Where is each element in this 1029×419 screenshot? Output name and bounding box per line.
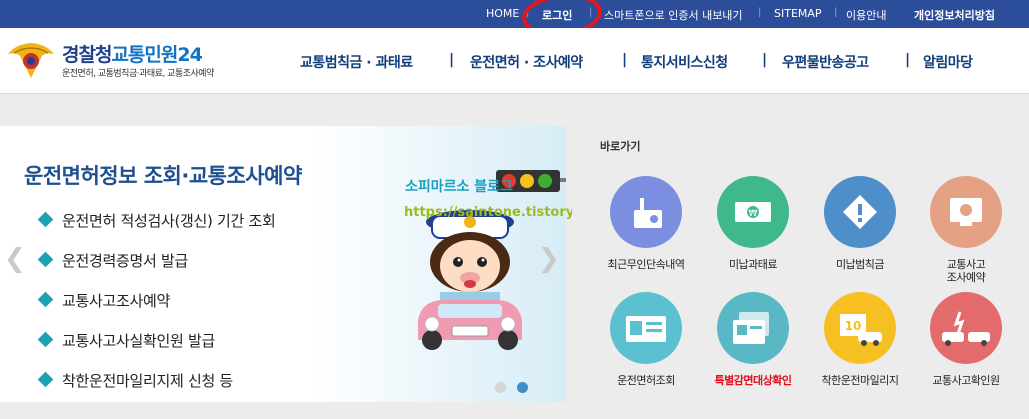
- site-header: 경찰청교통민원24 운전면허, 교통범칙금·과태료, 교통조사예약 교통범칙금 …: [0, 28, 1029, 94]
- quick-link-unpaid-fines[interactable]: ₩: [717, 176, 789, 248]
- guide-link[interactable]: 이용안내: [846, 7, 886, 23]
- nav-returned-mail[interactable]: 우편물반송공고: [782, 52, 869, 72]
- quick-link-label: 미납범칙금: [835, 258, 885, 271]
- quick-link-label: 교통사고 조사예약: [946, 258, 986, 284]
- diamond-bullet-icon: [37, 331, 54, 348]
- police-emblem-icon[interactable]: [6, 40, 56, 80]
- banner-item-text: 교통사고조사예약: [62, 292, 171, 310]
- banner-item[interactable]: 운전면허 적성검사(갱신) 기간 조회: [37, 210, 276, 231]
- banner-item[interactable]: 교통사고사실확인원 발급: [37, 330, 215, 351]
- camera-icon: [634, 198, 662, 228]
- banner-item-text: 운전면허 적성검사(갱신) 기간 조회: [62, 212, 276, 230]
- nav-divider: |: [762, 52, 768, 68]
- quick-links-title: 바로가기: [600, 140, 641, 153]
- mileage-icon: 10: [840, 314, 882, 346]
- diamond-bullet-icon: [37, 251, 54, 268]
- nav-notice-board[interactable]: 알림마당: [923, 52, 973, 72]
- sitemap-link[interactable]: SITEMAP: [774, 7, 822, 20]
- banner-title: 운전면허정보 조회·교통조사예약: [24, 164, 302, 188]
- diamond-bullet-icon: [37, 291, 54, 308]
- quick-link-label: 교통사고확인원: [932, 374, 1000, 387]
- monitor-icon: [950, 198, 982, 226]
- quick-link-accident-reservation[interactable]: [930, 176, 1002, 248]
- money-icon: ₩: [735, 202, 771, 222]
- banner-item-text: 교통사고사실확인원 발급: [62, 332, 215, 350]
- nav-fines[interactable]: 교통범칙금 · 과태료: [300, 52, 413, 72]
- quick-link-label: 착한운전마일리지: [821, 374, 899, 387]
- site-logo-title[interactable]: 경찰청교통민원24: [62, 40, 203, 67]
- next-slide-chevron-icon[interactable]: ❯: [538, 244, 560, 274]
- car-crash-icon: [942, 311, 990, 346]
- page-bottom-spacer: [0, 402, 1029, 419]
- nav-divider: |: [449, 52, 455, 68]
- quick-links-panel: 바로가기 최근무인단속내역 ₩ 미납과태료 미납범칙금 교통사고 조사예약 운전…: [572, 126, 1029, 402]
- documents-icon: [733, 312, 769, 344]
- main-banner[interactable]: 운전면허정보 조회·교통조사예약 운전면허 적성검사(갱신) 기간 조회 운전경…: [0, 126, 566, 402]
- banner-item[interactable]: 운전경력증명서 발급: [37, 250, 188, 271]
- svg-text:₩: ₩: [749, 209, 758, 219]
- prev-slide-chevron-icon[interactable]: ❮: [4, 244, 26, 274]
- quick-link-accident-certificate[interactable]: [930, 292, 1002, 364]
- police-mascot-car-illustration: [418, 210, 522, 350]
- export-certificate-link[interactable]: 스마트폰으로 인증서 내보내기: [604, 7, 743, 23]
- logo-subtitle: 운전면허, 교통범칙금·과태료, 교통조사예약: [62, 69, 214, 79]
- slide-indicator-dot[interactable]: [495, 382, 506, 393]
- quick-link-good-driving-mileage[interactable]: 10: [824, 292, 896, 364]
- nav-divider: |: [905, 52, 911, 68]
- quick-link-label: 최근무인단속내역: [607, 258, 685, 271]
- diamond-bullet-icon: [37, 371, 54, 388]
- svg-text:10: 10: [845, 319, 862, 333]
- id-card-icon: [626, 316, 666, 342]
- privacy-policy-link[interactable]: 개인정보처리방침: [914, 7, 995, 23]
- top-utility-bar: HOME | 로그인 | 스마트폰으로 인증서 내보내기 | SITEMAP |…: [0, 0, 1029, 28]
- diamond-bullet-icon: [37, 211, 54, 228]
- divider: |: [834, 7, 838, 18]
- nav-license-reservation[interactable]: 운전면허 · 조사예약: [470, 52, 583, 72]
- nav-divider: |: [622, 52, 628, 68]
- warning-icon: [843, 195, 877, 229]
- quick-link-label-highlighted: 특별감면대상확인: [714, 374, 792, 387]
- quick-link-special-reduction[interactable]: [717, 292, 789, 364]
- slide-indicator-dot-active[interactable]: [517, 382, 528, 393]
- banner-item-text: 운전경력증명서 발급: [62, 252, 188, 270]
- quick-link-license-inquiry[interactable]: [610, 292, 682, 364]
- banner-item[interactable]: 교통사고조사예약: [37, 290, 171, 311]
- nav-notification-service[interactable]: 통지서비스신청: [641, 52, 728, 72]
- banner-item-text: 착한운전마일리지제 신청 등: [62, 372, 233, 390]
- banner-item[interactable]: 착한운전마일리지제 신청 등: [37, 370, 233, 391]
- home-link[interactable]: HOME: [486, 7, 519, 20]
- divider: |: [758, 7, 762, 18]
- quick-link-recent-enforcement[interactable]: [610, 176, 682, 248]
- logo-title-police: 경찰청: [62, 44, 112, 66]
- watermark-blog-name: 소피마르소 블로그: [405, 179, 513, 195]
- quick-link-label: 운전면허조회: [617, 374, 675, 387]
- logo-title-service: 교통민원24: [111, 44, 202, 66]
- quick-link-label: 미납과태료: [728, 258, 778, 271]
- quick-link-unpaid-penalty[interactable]: [824, 176, 896, 248]
